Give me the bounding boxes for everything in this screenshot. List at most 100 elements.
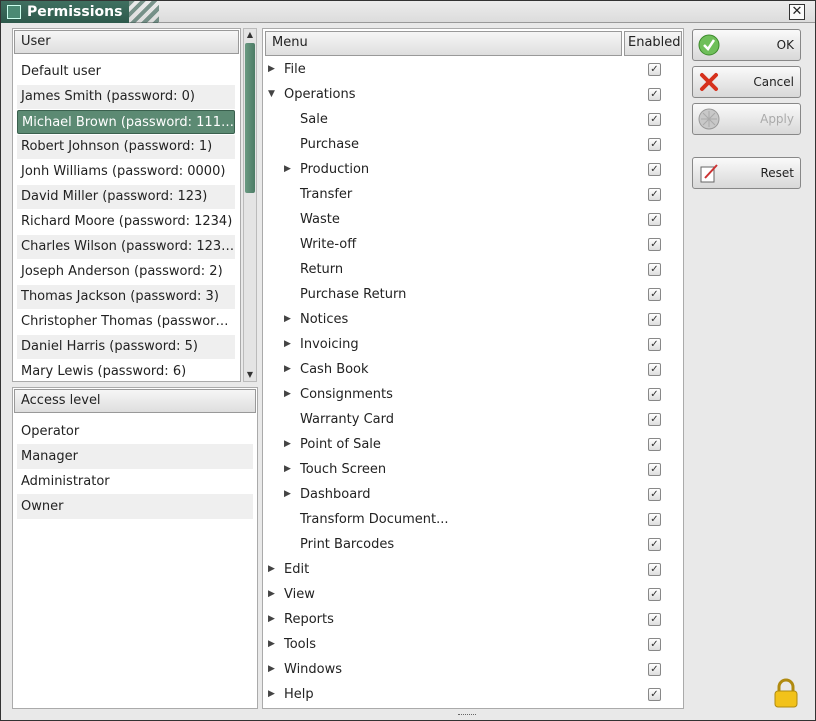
menu-tree-row[interactable]: ▶ Cash Book ✓	[263, 357, 683, 382]
user-list-item[interactable]: Default user	[17, 60, 235, 84]
enabled-checkbox[interactable]: ✓	[648, 213, 661, 226]
resize-grip[interactable]	[458, 714, 476, 720]
collapsed-arrow-icon[interactable]: ▶	[284, 382, 294, 407]
scrollbar-thumb[interactable]	[245, 43, 255, 193]
enabled-checkbox[interactable]: ✓	[648, 288, 661, 301]
ok-button[interactable]: OK	[692, 29, 801, 61]
enabled-checkbox[interactable]: ✓	[648, 363, 661, 376]
collapsed-arrow-icon[interactable]: ▶	[268, 682, 278, 707]
enabled-checkbox[interactable]: ✓	[648, 88, 661, 101]
collapsed-arrow-icon[interactable]: ▶	[268, 632, 278, 657]
collapsed-arrow-icon[interactable]: ▶	[284, 307, 294, 332]
user-list-item[interactable]: Charles Wilson (password: 123…	[17, 235, 235, 259]
access-level-item[interactable]: Administrator	[17, 469, 253, 494]
menu-tree-row[interactable]: Warranty Card ✓	[263, 407, 683, 432]
menu-tree-row[interactable]: ▼ Operations ✓	[263, 82, 683, 107]
menu-tree-row[interactable]: ▶ Tools ✓	[263, 632, 683, 657]
menu-item-label: Reports	[284, 612, 334, 627]
user-list-item[interactable]: Michael Brown (password: 1111)	[17, 110, 235, 134]
reset-button[interactable]: Reset	[692, 157, 801, 189]
menu-tree-row[interactable]: ▶ Touch Screen ✓	[263, 457, 683, 482]
collapsed-arrow-icon[interactable]: ▶	[284, 482, 294, 507]
menu-tree-row[interactable]: ▶ Production ✓	[263, 157, 683, 182]
menu-tree-row[interactable]: Print Barcodes ✓	[263, 532, 683, 557]
collapsed-arrow-icon[interactable]: ▶	[268, 607, 278, 632]
user-list-item[interactable]: Robert Johnson (password: 1)	[17, 135, 235, 159]
enabled-checkbox[interactable]: ✓	[648, 313, 661, 326]
access-level-item[interactable]: Owner	[17, 494, 253, 519]
scroll-down-icon[interactable]: ▼	[245, 369, 255, 381]
enabled-checkbox[interactable]: ✓	[648, 613, 661, 626]
menu-tree-row[interactable]: ▶ Invoicing ✓	[263, 332, 683, 357]
collapsed-arrow-icon[interactable]: ▶	[268, 657, 278, 682]
close-button[interactable]: ✕	[789, 4, 805, 20]
user-list-item[interactable]: Christopher Thomas (passwor…	[17, 310, 235, 334]
enabled-checkbox[interactable]: ✓	[648, 688, 661, 701]
title-bar[interactable]: Permissions ✕	[1, 1, 815, 23]
menu-column-header[interactable]: Menu	[265, 31, 622, 56]
menu-tree-row[interactable]: Purchase ✓	[263, 132, 683, 157]
reset-label: Reset	[760, 166, 794, 180]
user-list-item[interactable]: Jonh Williams (password: 0000)	[17, 160, 235, 184]
menu-tree-row[interactable]: Transform Document... ✓	[263, 507, 683, 532]
enabled-checkbox[interactable]: ✓	[648, 163, 661, 176]
enabled-column-header[interactable]: Enabled	[624, 31, 682, 56]
collapsed-arrow-icon[interactable]: ▶	[268, 582, 278, 607]
enabled-checkbox[interactable]: ✓	[648, 538, 661, 551]
enabled-checkbox[interactable]: ✓	[648, 138, 661, 151]
user-list-item[interactable]: Joseph Anderson (password: 2)	[17, 260, 235, 284]
enabled-checkbox[interactable]: ✓	[648, 113, 661, 126]
menu-tree-row[interactable]: ▶ Help ✓	[263, 682, 683, 707]
collapsed-arrow-icon[interactable]: ▶	[284, 457, 294, 482]
user-list-item[interactable]: Richard Moore (password: 1234)	[17, 210, 235, 234]
enabled-checkbox[interactable]: ✓	[648, 238, 661, 251]
user-list-item[interactable]: Mary Lewis (password: 6)	[17, 360, 235, 381]
enabled-checkbox[interactable]: ✓	[648, 663, 661, 676]
collapsed-arrow-icon[interactable]: ▶	[268, 57, 278, 82]
enabled-checkbox[interactable]: ✓	[648, 513, 661, 526]
user-list-item[interactable]: Daniel Harris (password: 5)	[17, 335, 235, 359]
enabled-checkbox[interactable]: ✓	[648, 338, 661, 351]
menu-tree-row[interactable]: Sale ✓	[263, 107, 683, 132]
user-list-scrollbar[interactable]: ▲ ▼	[243, 28, 257, 382]
menu-tree-row[interactable]: ▶ Consignments ✓	[263, 382, 683, 407]
menu-tree-row[interactable]: Write-off ✓	[263, 232, 683, 257]
enabled-checkbox[interactable]: ✓	[648, 263, 661, 276]
enabled-checkbox[interactable]: ✓	[648, 63, 661, 76]
menu-tree-row[interactable]: Waste ✓	[263, 207, 683, 232]
user-list-item[interactable]: James Smith (password: 0)	[17, 85, 235, 109]
menu-tree-row[interactable]: ▶ Notices ✓	[263, 307, 683, 332]
user-list-item[interactable]: David Miller (password: 123)	[17, 185, 235, 209]
menu-tree-row[interactable]: ▶ Reports ✓	[263, 607, 683, 632]
access-level-item[interactable]: Manager	[17, 444, 253, 469]
access-level-item[interactable]: Operator	[17, 419, 253, 444]
enabled-checkbox[interactable]: ✓	[648, 588, 661, 601]
menu-tree-row[interactable]: ▶ View ✓	[263, 582, 683, 607]
menu-tree-row[interactable]: ▶ File ✓	[263, 57, 683, 82]
menu-tree-row[interactable]: Transfer ✓	[263, 182, 683, 207]
cancel-button[interactable]: Cancel	[692, 66, 801, 98]
collapsed-arrow-icon[interactable]: ▶	[284, 157, 294, 182]
menu-tree-row[interactable]: ▶ Dashboard ✓	[263, 482, 683, 507]
collapsed-arrow-icon[interactable]: ▶	[284, 332, 294, 357]
scroll-up-icon[interactable]: ▲	[245, 29, 255, 41]
collapsed-arrow-icon[interactable]: ▶	[268, 557, 278, 582]
enabled-checkbox[interactable]: ✓	[648, 488, 661, 501]
enabled-checkbox[interactable]: ✓	[648, 638, 661, 651]
enabled-checkbox[interactable]: ✓	[648, 463, 661, 476]
collapsed-arrow-icon[interactable]: ▶	[284, 432, 294, 457]
user-list-item[interactable]: Thomas Jackson (password: 3)	[17, 285, 235, 309]
menu-tree-row[interactable]: ▶ Edit ✓	[263, 557, 683, 582]
collapsed-arrow-icon[interactable]: ▶	[284, 357, 294, 382]
apply-button[interactable]: Apply	[692, 103, 801, 135]
enabled-checkbox[interactable]: ✓	[648, 438, 661, 451]
enabled-checkbox[interactable]: ✓	[648, 563, 661, 576]
menu-tree-row[interactable]: ▶ Windows ✓	[263, 657, 683, 682]
expanded-arrow-icon[interactable]: ▼	[268, 82, 278, 107]
enabled-checkbox[interactable]: ✓	[648, 188, 661, 201]
menu-tree-row[interactable]: ▶ Point of Sale ✓	[263, 432, 683, 457]
enabled-checkbox[interactable]: ✓	[648, 388, 661, 401]
enabled-checkbox[interactable]: ✓	[648, 413, 661, 426]
menu-tree-row[interactable]: Purchase Return ✓	[263, 282, 683, 307]
menu-tree-row[interactable]: Return ✓	[263, 257, 683, 282]
